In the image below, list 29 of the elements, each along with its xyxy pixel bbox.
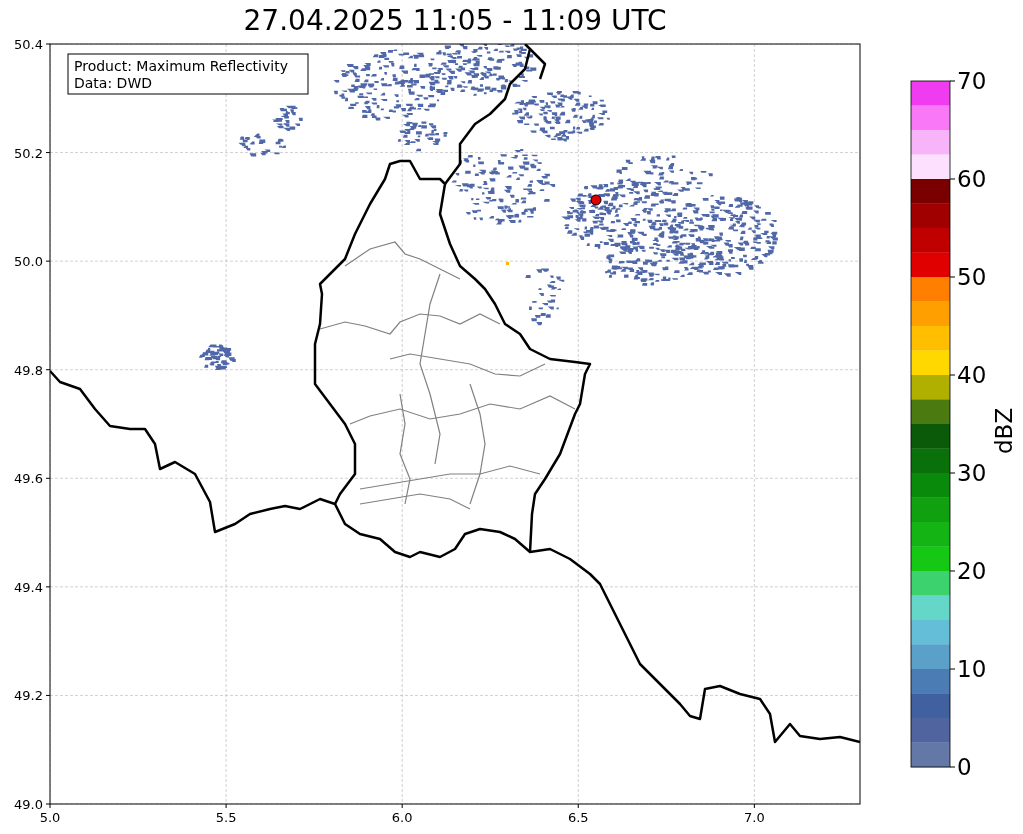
x-tick-label: 5.0 [39,810,61,825]
x-tick-label: 6.5 [567,810,589,825]
y-tick-label: 49.2 [14,688,43,704]
x-tick-label: 6.0 [391,810,413,825]
colorbar-tick-label: 60 [957,166,987,192]
y-tick-label: 50.4 [14,38,43,52]
colorbar-tick-label: 70 [957,68,987,94]
colorbar-tick-label: 30 [957,460,987,486]
y-tick-label: 50.2 [14,145,43,161]
radar-site-marker [590,194,602,206]
colorbar-label: dBZ [991,407,1017,454]
info-text: Data: DWD [74,75,152,91]
x-tick-label: 5.5 [215,810,237,825]
colorbar-tick-label: 20 [957,558,987,584]
colorbar-tick-label: 10 [957,656,987,682]
chart-title: 27.04.2025 11:05 - 11:09 UTC [242,4,668,38]
y-tick-label: 49.4 [14,579,43,595]
radar-echo [198,344,236,371]
colorbar-tick-label: 40 [957,362,987,388]
info-text: Product: Maximum Reflectivity [74,58,288,74]
x-tick-label: 7.0 [744,810,765,825]
y-tick-label: 49.6 [14,471,43,487]
y-tick-label: 50.0 [14,254,43,270]
colorbar-tick-label: 0 [957,754,972,780]
echo-speck [506,262,509,265]
colorbar-tick-label: 50 [957,264,987,290]
y-tick-label: 49.8 [14,362,43,378]
radar-echo [525,268,565,326]
y-tick-label: 49.0 [14,797,43,812]
